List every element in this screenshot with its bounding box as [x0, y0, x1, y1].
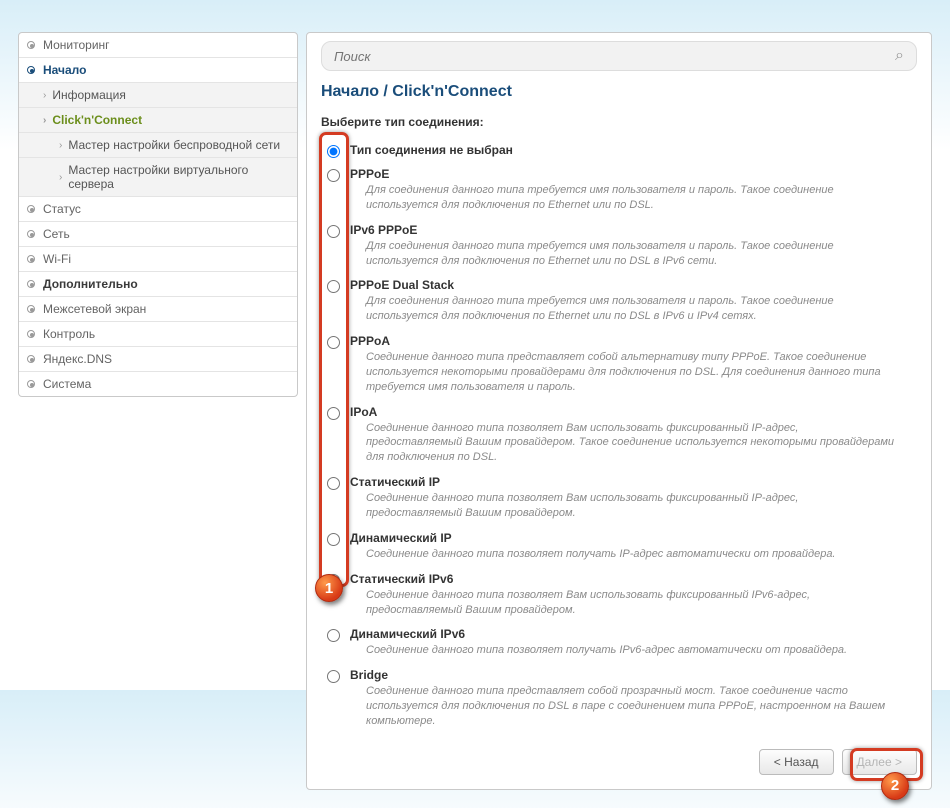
radio-option-bridge[interactable]: Bridge Соединение данного типа представля… — [321, 664, 917, 735]
breadcrumb: Начало / Click'n'Connect — [321, 83, 917, 101]
next-button[interactable]: Далее > — [842, 749, 918, 775]
sidebar-item-information[interactable]: › Информация — [19, 83, 297, 108]
sidebar-label: Информация — [52, 88, 125, 102]
bullet-icon — [27, 66, 35, 74]
sidebar-label: Статус — [43, 202, 81, 216]
sidebar-label: Мастер настройки беспроводной сети — [68, 138, 280, 152]
sidebar-item-status[interactable]: Статус — [19, 197, 297, 222]
radio-title: IPoA — [350, 405, 917, 419]
radio-input[interactable] — [327, 225, 340, 238]
bullet-icon — [27, 255, 35, 263]
sidebar-item-control[interactable]: Контроль — [19, 322, 297, 347]
bullet-icon — [27, 41, 35, 49]
sidebar-item-system[interactable]: Система — [19, 372, 297, 396]
sidebar-label: Контроль — [43, 327, 95, 341]
radio-option-ipv6-pppoe[interactable]: IPv6 PPPoE Для соединения данного типа тр… — [321, 219, 917, 275]
radio-title: Статический IP — [350, 475, 917, 489]
sidebar-item-monitoring[interactable]: Мониторинг — [19, 33, 297, 58]
sidebar-item-firewall[interactable]: Межсетевой экран — [19, 297, 297, 322]
radio-desc: Соединение данного типа представляет соб… — [350, 684, 917, 729]
sidebar-label: Wi-Fi — [43, 252, 71, 266]
sidebar-label: Мастер настройки виртуального сервера — [68, 163, 289, 191]
sidebar-label: Дополнительно — [43, 277, 138, 291]
radio-desc: Для соединения данного типа требуется им… — [350, 294, 917, 324]
radio-title: Тип соединения не выбран — [350, 143, 917, 157]
bullet-icon — [27, 205, 35, 213]
radio-input[interactable] — [327, 169, 340, 182]
prompt-label: Выберите тип соединения: — [321, 115, 917, 129]
button-row: < Назад Далее > — [321, 749, 917, 775]
sidebar-item-yandex-dns[interactable]: Яндекс.DNS — [19, 347, 297, 372]
sidebar-label: Межсетевой экран — [43, 302, 146, 316]
sidebar-item-wifi[interactable]: Wi-Fi — [19, 247, 297, 272]
bullet-icon — [27, 355, 35, 363]
sidebar-label: Яндекс.DNS — [43, 352, 112, 366]
sidebar-label: Click'n'Connect — [52, 113, 142, 127]
search-bar: ⌕ — [321, 41, 917, 71]
sidebar-item-network[interactable]: Сеть — [19, 222, 297, 247]
sidebar-label: Мониторинг — [43, 38, 110, 52]
radio-title: Bridge — [350, 668, 917, 682]
radio-option-static-ipv6[interactable]: Статический IPv6 Соединение данного типа … — [321, 568, 917, 624]
sidebar-label: Сеть — [43, 227, 70, 241]
search-input[interactable] — [334, 49, 895, 64]
arrow-icon: › — [43, 90, 46, 101]
radio-input[interactable] — [327, 336, 340, 349]
radio-desc: Соединение данного типа позволяет Вам ис… — [350, 588, 917, 618]
sidebar-label: Система — [43, 377, 91, 391]
arrow-icon: › — [59, 140, 62, 151]
arrow-icon: › — [43, 115, 46, 126]
sidebar-item-start[interactable]: Начало — [19, 58, 297, 83]
radio-desc: Соединение данного типа позволяет получа… — [350, 643, 917, 658]
radio-desc: Соединение данного типа представляет соб… — [350, 350, 917, 395]
radio-input[interactable] — [327, 477, 340, 490]
bullet-icon — [27, 280, 35, 288]
sidebar-item-virtual-server-wizard[interactable]: › Мастер настройки виртуального сервера — [19, 158, 297, 197]
radio-option-pppoa[interactable]: PPPoA Соединение данного типа представляе… — [321, 330, 917, 401]
radio-option-dynamic-ipv6[interactable]: Динамический IPv6 Соединение данного типа… — [321, 623, 917, 664]
radio-desc: Соединение данного типа позволяет Вам ис… — [350, 421, 917, 466]
radio-input[interactable] — [327, 145, 340, 158]
sidebar: Мониторинг Начало › Информация › Click'n'C… — [18, 32, 298, 397]
radio-desc: Соединение данного типа позволяет Вам ис… — [350, 491, 917, 521]
arrow-icon: › — [59, 172, 62, 183]
back-button[interactable]: < Назад — [759, 749, 834, 775]
radio-input[interactable] — [327, 280, 340, 293]
radio-input[interactable] — [327, 629, 340, 642]
main-panel: ⌕ Начало / Click'n'Connect Выберите тип … — [306, 32, 932, 790]
radio-option-pppoe-dual[interactable]: PPPoE Dual Stack Для соединения данного т… — [321, 274, 917, 330]
radio-input[interactable] — [327, 574, 340, 587]
annotation-marker-2: 2 — [881, 772, 909, 800]
radio-option-pppoe[interactable]: PPPoE Для соединения данного типа требует… — [321, 163, 917, 219]
radio-desc: Для соединения данного типа требуется им… — [350, 239, 917, 269]
sidebar-item-wireless-wizard[interactable]: › Мастер настройки беспроводной сети — [19, 133, 297, 158]
radio-title: Статический IPv6 — [350, 572, 917, 586]
radio-option-dynamic-ip[interactable]: Динамический IP Соединение данного типа п… — [321, 527, 917, 568]
sidebar-item-advanced[interactable]: Дополнительно — [19, 272, 297, 297]
radio-input[interactable] — [327, 407, 340, 420]
radio-title: Динамический IP — [350, 531, 917, 545]
bullet-icon — [27, 305, 35, 313]
connection-type-group: 1 Тип соединения не выбран PPPoEДля соед… — [321, 139, 917, 735]
bullet-icon — [27, 330, 35, 338]
radio-title: Динамический IPv6 — [350, 627, 917, 641]
radio-option-static-ip[interactable]: Статический IP Соединение данного типа по… — [321, 471, 917, 527]
radio-input[interactable] — [327, 533, 340, 546]
radio-desc: Соединение данного типа позволяет получа… — [350, 547, 917, 562]
radio-title: PPPoE — [350, 167, 917, 181]
radio-title: IPv6 PPPoE — [350, 223, 917, 237]
search-icon[interactable]: ⌕ — [895, 47, 904, 65]
radio-input[interactable] — [327, 670, 340, 683]
radio-title: PPPoA — [350, 334, 917, 348]
sidebar-label: Начало — [43, 63, 86, 77]
radio-option-ipoa[interactable]: IPoA Соединение данного типа позволяет Ва… — [321, 401, 917, 472]
bullet-icon — [27, 380, 35, 388]
sidebar-item-clicknconnect[interactable]: › Click'n'Connect — [19, 108, 297, 133]
radio-title: PPPoE Dual Stack — [350, 278, 917, 292]
radio-option-none[interactable]: Тип соединения не выбран — [321, 139, 917, 163]
bullet-icon — [27, 230, 35, 238]
radio-desc: Для соединения данного типа требуется им… — [350, 183, 917, 213]
